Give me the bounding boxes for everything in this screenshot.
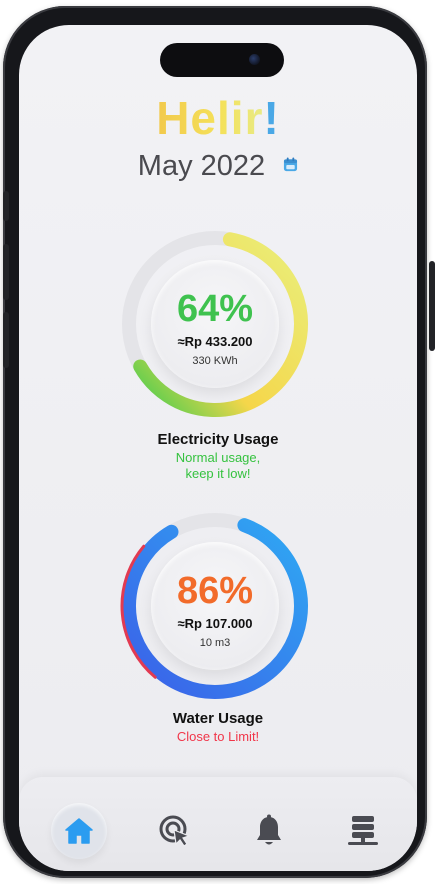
electricity-gauge[interactable]: 64% ≈Rp 433.200 330 KWh xyxy=(115,224,315,424)
tab-home[interactable] xyxy=(51,803,107,859)
database-icon xyxy=(348,816,378,845)
calendar-icon[interactable] xyxy=(283,157,298,172)
month-selector[interactable]: May 2022 xyxy=(19,150,417,183)
electricity-percent: 64% xyxy=(176,288,254,330)
camera-icon xyxy=(249,54,260,65)
phone-frame: Helir! May 2022 64% ≈Rp 433.200 330 KWh … xyxy=(3,6,435,878)
electricity-status-line1: Normal usage, xyxy=(175,450,261,465)
water-title: Water Usage xyxy=(172,710,264,727)
tab-menu[interactable] xyxy=(335,803,391,859)
electricity-amount: 330 KWh xyxy=(192,355,238,367)
electricity-status-line2: keep it low! xyxy=(185,466,251,481)
home-icon xyxy=(65,818,93,844)
water-percent: 86% xyxy=(176,570,254,612)
bell-icon xyxy=(257,814,281,845)
tab-notifications[interactable] xyxy=(241,803,297,859)
water-status: Close to Limit! xyxy=(176,729,260,744)
water-cost: ≈Rp 107.000 xyxy=(177,616,253,631)
power-button xyxy=(429,261,435,351)
tab-tap[interactable] xyxy=(147,803,203,859)
volume-up-button xyxy=(3,244,9,300)
electricity-title: Electricity Usage xyxy=(157,431,279,448)
water-gauge[interactable]: 86% ≈Rp 107.000 10 m3 xyxy=(115,506,315,706)
bottom-tab-bar xyxy=(19,777,417,871)
app-name: Helir xyxy=(156,92,264,144)
silent-switch xyxy=(3,191,9,221)
tap-icon xyxy=(159,815,191,847)
volume-down-button xyxy=(3,312,9,368)
electricity-cost: ≈Rp 433.200 xyxy=(177,334,253,349)
app-screen: Helir! May 2022 64% ≈Rp 433.200 330 KWh … xyxy=(19,25,417,871)
app-title: Helir! xyxy=(19,91,417,145)
dynamic-island xyxy=(160,43,284,77)
month-label: May 2022 xyxy=(137,150,266,182)
water-amount: 10 m3 xyxy=(199,637,231,649)
app-name-exclamation: ! xyxy=(263,92,280,144)
